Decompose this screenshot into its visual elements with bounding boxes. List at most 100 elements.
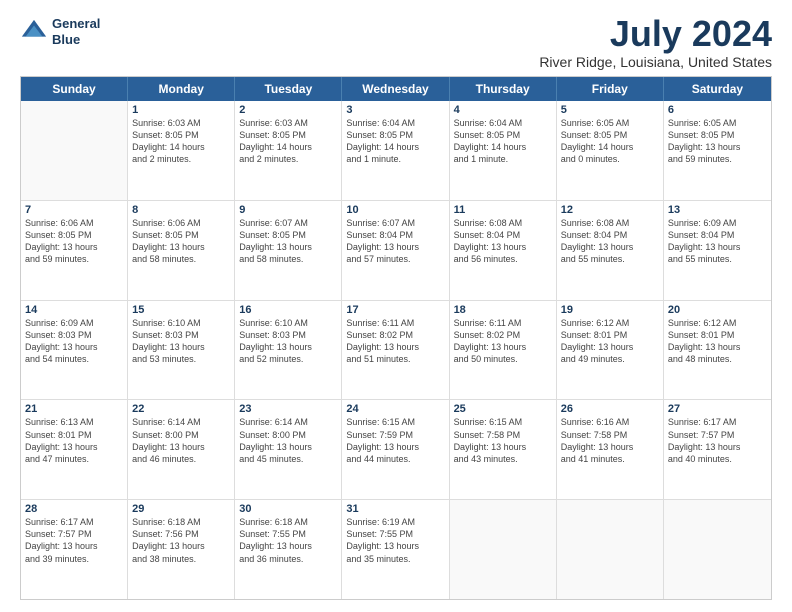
cell-text: Sunrise: 6:07 AM Sunset: 8:04 PM Dayligh… (346, 217, 444, 266)
day-number: 21 (25, 403, 123, 415)
calendar-row-1: 1 Sunrise: 6:03 AM Sunset: 8:05 PM Daylig… (21, 101, 771, 201)
day-cell-24: 24Sunrise: 6:15 AM Sunset: 7:59 PM Dayli… (342, 400, 449, 499)
day-cell-31: 31Sunrise: 6:19 AM Sunset: 7:55 PM Dayli… (342, 500, 449, 599)
day-header-tuesday: Tuesday (235, 77, 342, 101)
day-header-sunday: Sunday (21, 77, 128, 101)
calendar: SundayMondayTuesdayWednesdayThursdayFrid… (20, 76, 772, 600)
day-header-saturday: Saturday (664, 77, 771, 101)
calendar-row-3: 14Sunrise: 6:09 AM Sunset: 8:03 PM Dayli… (21, 301, 771, 401)
day-cell-30: 30Sunrise: 6:18 AM Sunset: 7:55 PM Dayli… (235, 500, 342, 599)
calendar-row-5: 28Sunrise: 6:17 AM Sunset: 7:57 PM Dayli… (21, 500, 771, 599)
empty-cell (557, 500, 664, 599)
day-cell-23: 23Sunrise: 6:14 AM Sunset: 8:00 PM Dayli… (235, 400, 342, 499)
calendar-body: 1 Sunrise: 6:03 AM Sunset: 8:05 PM Daylig… (21, 101, 771, 599)
cell-text: Sunrise: 6:04 AM Sunset: 8:05 PM Dayligh… (454, 117, 552, 166)
day-cell-19: 19Sunrise: 6:12 AM Sunset: 8:01 PM Dayli… (557, 301, 664, 400)
day-number: 7 (25, 204, 123, 216)
day-cell-13: 13Sunrise: 6:09 AM Sunset: 8:04 PM Dayli… (664, 201, 771, 300)
day-cell-25: 25Sunrise: 6:15 AM Sunset: 7:58 PM Dayli… (450, 400, 557, 499)
day-cell-18: 18Sunrise: 6:11 AM Sunset: 8:02 PM Dayli… (450, 301, 557, 400)
day-number: 20 (668, 304, 767, 316)
cell-text: Sunrise: 6:12 AM Sunset: 8:01 PM Dayligh… (561, 317, 659, 366)
cell-text: Sunrise: 6:15 AM Sunset: 7:59 PM Dayligh… (346, 416, 444, 465)
day-number: 18 (454, 304, 552, 316)
day-number: 1 (132, 104, 230, 116)
calendar-row-2: 7Sunrise: 6:06 AM Sunset: 8:05 PM Daylig… (21, 201, 771, 301)
day-number: 3 (346, 104, 444, 116)
cell-text: Sunrise: 6:18 AM Sunset: 7:55 PM Dayligh… (239, 516, 337, 565)
day-cell-5: 5Sunrise: 6:05 AM Sunset: 8:05 PM Daylig… (557, 101, 664, 200)
logo: General Blue (20, 16, 100, 47)
day-cell-20: 20Sunrise: 6:12 AM Sunset: 8:01 PM Dayli… (664, 301, 771, 400)
day-cell-3: 3Sunrise: 6:04 AM Sunset: 8:05 PM Daylig… (342, 101, 449, 200)
day-number: 10 (346, 204, 444, 216)
day-number: 19 (561, 304, 659, 316)
day-number: 9 (239, 204, 337, 216)
day-cell-4: 4Sunrise: 6:04 AM Sunset: 8:05 PM Daylig… (450, 101, 557, 200)
day-cell-27: 27Sunrise: 6:17 AM Sunset: 7:57 PM Dayli… (664, 400, 771, 499)
day-cell-16: 16Sunrise: 6:10 AM Sunset: 8:03 PM Dayli… (235, 301, 342, 400)
day-cell-22: 22Sunrise: 6:14 AM Sunset: 8:00 PM Dayli… (128, 400, 235, 499)
day-number: 13 (668, 204, 767, 216)
day-cell-6: 6Sunrise: 6:05 AM Sunset: 8:05 PM Daylig… (664, 101, 771, 200)
day-cell-28: 28Sunrise: 6:17 AM Sunset: 7:57 PM Dayli… (21, 500, 128, 599)
cell-text: Sunrise: 6:14 AM Sunset: 8:00 PM Dayligh… (132, 416, 230, 465)
cell-text: Sunrise: 6:10 AM Sunset: 8:03 PM Dayligh… (132, 317, 230, 366)
day-number: 8 (132, 204, 230, 216)
header-right: July 2024 River Ridge, Louisiana, United… (539, 16, 772, 70)
cell-text: Sunrise: 6:08 AM Sunset: 8:04 PM Dayligh… (561, 217, 659, 266)
cell-text: Sunrise: 6:13 AM Sunset: 8:01 PM Dayligh… (25, 416, 123, 465)
day-cell-12: 12Sunrise: 6:08 AM Sunset: 8:04 PM Dayli… (557, 201, 664, 300)
cell-text: Sunrise: 6:19 AM Sunset: 7:55 PM Dayligh… (346, 516, 444, 565)
day-header-friday: Friday (557, 77, 664, 101)
calendar-row-4: 21Sunrise: 6:13 AM Sunset: 8:01 PM Dayli… (21, 400, 771, 500)
month-title: July 2024 (539, 16, 772, 52)
day-number: 22 (132, 403, 230, 415)
day-number: 12 (561, 204, 659, 216)
calendar-header: SundayMondayTuesdayWednesdayThursdayFrid… (21, 77, 771, 101)
cell-text: Sunrise: 6:06 AM Sunset: 8:05 PM Dayligh… (25, 217, 123, 266)
empty-cell (664, 500, 771, 599)
day-cell-29: 29Sunrise: 6:18 AM Sunset: 7:56 PM Dayli… (128, 500, 235, 599)
empty-cell (21, 101, 128, 200)
logo-text: General Blue (52, 16, 100, 47)
cell-text: Sunrise: 6:04 AM Sunset: 8:05 PM Dayligh… (346, 117, 444, 166)
day-header-thursday: Thursday (450, 77, 557, 101)
cell-text: Sunrise: 6:14 AM Sunset: 8:00 PM Dayligh… (239, 416, 337, 465)
day-number: 11 (454, 204, 552, 216)
day-cell-2: 2Sunrise: 6:03 AM Sunset: 8:05 PM Daylig… (235, 101, 342, 200)
day-number: 16 (239, 304, 337, 316)
page: General Blue July 2024 River Ridge, Loui… (0, 0, 792, 612)
location-title: River Ridge, Louisiana, United States (539, 54, 772, 70)
day-cell-9: 9Sunrise: 6:07 AM Sunset: 8:05 PM Daylig… (235, 201, 342, 300)
day-header-wednesday: Wednesday (342, 77, 449, 101)
day-number: 29 (132, 503, 230, 515)
cell-text: Sunrise: 6:11 AM Sunset: 8:02 PM Dayligh… (346, 317, 444, 366)
day-number: 26 (561, 403, 659, 415)
day-cell-10: 10Sunrise: 6:07 AM Sunset: 8:04 PM Dayli… (342, 201, 449, 300)
day-cell-14: 14Sunrise: 6:09 AM Sunset: 8:03 PM Dayli… (21, 301, 128, 400)
day-number: 31 (346, 503, 444, 515)
day-cell-15: 15Sunrise: 6:10 AM Sunset: 8:03 PM Dayli… (128, 301, 235, 400)
cell-text: Sunrise: 6:15 AM Sunset: 7:58 PM Dayligh… (454, 416, 552, 465)
day-cell-1: 1Sunrise: 6:03 AM Sunset: 8:05 PM Daylig… (128, 101, 235, 200)
day-cell-26: 26Sunrise: 6:16 AM Sunset: 7:58 PM Dayli… (557, 400, 664, 499)
day-number: 27 (668, 403, 767, 415)
day-cell-21: 21Sunrise: 6:13 AM Sunset: 8:01 PM Dayli… (21, 400, 128, 499)
cell-text: Sunrise: 6:17 AM Sunset: 7:57 PM Dayligh… (668, 416, 767, 465)
cell-text: Sunrise: 6:16 AM Sunset: 7:58 PM Dayligh… (561, 416, 659, 465)
day-number: 28 (25, 503, 123, 515)
cell-text: Sunrise: 6:09 AM Sunset: 8:03 PM Dayligh… (25, 317, 123, 366)
cell-text: Sunrise: 6:03 AM Sunset: 8:05 PM Dayligh… (239, 117, 337, 166)
day-number: 15 (132, 304, 230, 316)
cell-text: Sunrise: 6:18 AM Sunset: 7:56 PM Dayligh… (132, 516, 230, 565)
day-number: 5 (561, 104, 659, 116)
cell-text: Sunrise: 6:10 AM Sunset: 8:03 PM Dayligh… (239, 317, 337, 366)
day-number: 30 (239, 503, 337, 515)
day-number: 4 (454, 104, 552, 116)
cell-text: Sunrise: 6:05 AM Sunset: 8:05 PM Dayligh… (561, 117, 659, 166)
day-number: 17 (346, 304, 444, 316)
cell-text: Sunrise: 6:09 AM Sunset: 8:04 PM Dayligh… (668, 217, 767, 266)
day-cell-17: 17Sunrise: 6:11 AM Sunset: 8:02 PM Dayli… (342, 301, 449, 400)
day-cell-7: 7Sunrise: 6:06 AM Sunset: 8:05 PM Daylig… (21, 201, 128, 300)
